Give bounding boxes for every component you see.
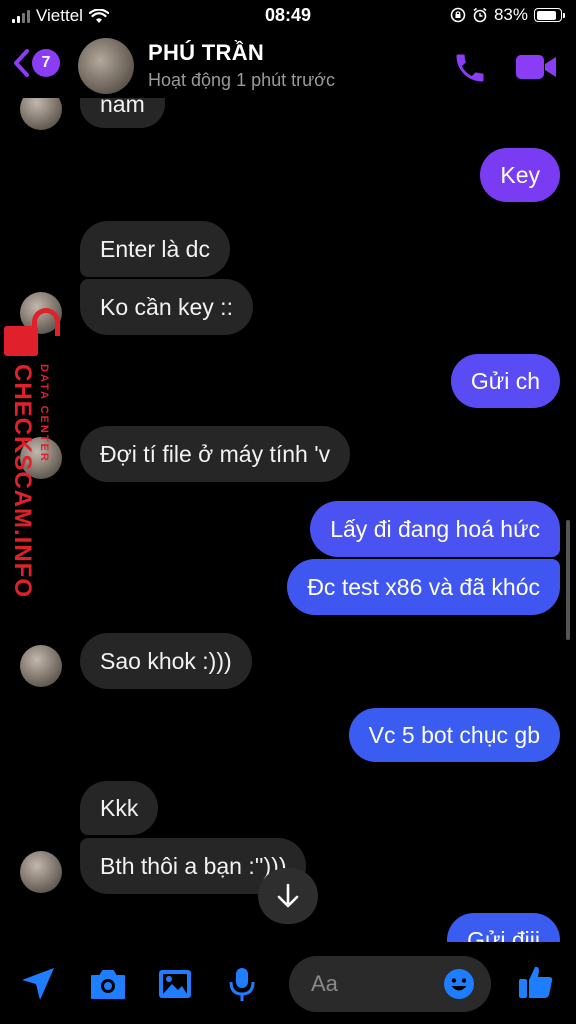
voice-message-button[interactable] — [222, 964, 262, 1009]
image-icon — [159, 970, 191, 998]
message-out[interactable]: Đc test x86 và đã khóc — [287, 559, 560, 615]
conversation-header: 7 PHÚ TRẦN Hoạt động 1 phút trước — [0, 34, 576, 98]
active-status: Hoạt động 1 phút trước — [148, 70, 335, 90]
contact-name[interactable]: PHÚ TRẦN — [148, 40, 264, 66]
camera-button[interactable] — [88, 964, 128, 1009]
video-camera-icon — [516, 55, 556, 79]
watermark-subtext: DATA CENTER — [38, 364, 50, 463]
alarm-icon — [473, 7, 487, 23]
actions-button[interactable] — [18, 964, 58, 1009]
unread-badge: 7 — [32, 49, 60, 77]
camera-icon — [91, 970, 125, 999]
message-in[interactable]: Kkk — [80, 781, 159, 835]
status-bar: Viettel 08:49 83% — [0, 0, 576, 34]
message-out[interactable]: Key — [480, 148, 560, 202]
back-button[interactable]: 7 — [12, 48, 60, 78]
microphone-icon — [229, 968, 255, 1001]
scroll-indicator[interactable] — [566, 520, 570, 640]
message-input-container[interactable] — [289, 956, 491, 1012]
message-input[interactable] — [311, 956, 441, 1012]
video-call-button[interactable] — [514, 52, 558, 87]
lock-body — [4, 326, 38, 368]
voice-call-button[interactable] — [452, 50, 488, 91]
composer-bar — [0, 942, 576, 1024]
status-right: 83% — [450, 5, 565, 25]
arrow-down-icon — [277, 883, 299, 908]
gallery-button[interactable] — [155, 964, 195, 1009]
emoji-icon[interactable] — [443, 968, 475, 1000]
send-arrow-icon — [22, 968, 54, 1000]
rotation-lock-icon — [450, 7, 466, 23]
watermark-text: CHECKSCAM.INFO — [9, 364, 36, 598]
message-out[interactable]: Vc 5 bot chục gb — [348, 708, 560, 762]
battery-percent: 83% — [493, 5, 528, 24]
watermark: CHECKSCAM.INFO DATA CENTER — [2, 306, 62, 598]
sender-avatar — [20, 851, 62, 893]
message-out[interactable]: Lấy đi đang hoá hức — [310, 501, 560, 557]
message-in[interactable]: Sao khok :))) — [80, 633, 252, 689]
like-button[interactable] — [516, 962, 556, 1007]
thumbs-up-icon — [519, 966, 553, 998]
message-in[interactable]: Enter là dc — [80, 221, 230, 277]
phone-icon — [456, 54, 484, 82]
chevron-left-icon — [14, 49, 29, 77]
battery-icon — [534, 8, 565, 22]
message-out[interactable]: Gửi ch — [450, 354, 560, 408]
scroll-to-bottom-button[interactable] — [258, 868, 318, 924]
sender-avatar — [20, 645, 62, 687]
message-in[interactable]: Ko cần key :: — [80, 279, 253, 335]
contact-avatar[interactable] — [78, 38, 134, 94]
message-in[interactable]: Đợi tí file ở máy tính 'v — [80, 426, 351, 482]
